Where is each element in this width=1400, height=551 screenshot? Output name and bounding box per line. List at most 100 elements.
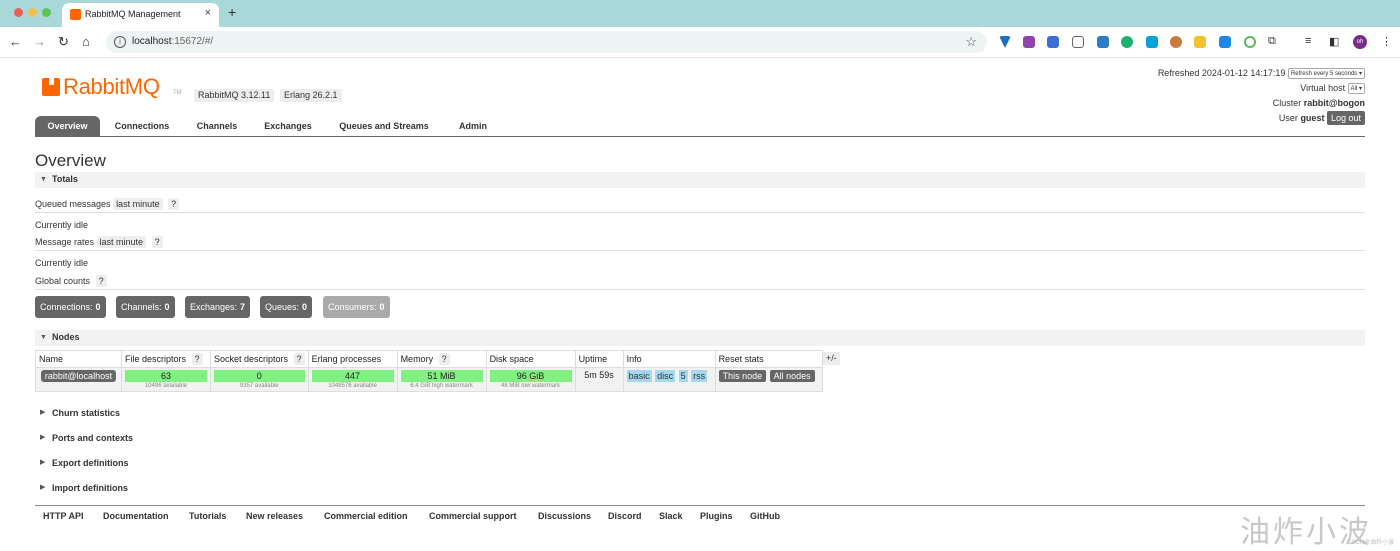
footer-link-documentation[interactable]: Documentation — [103, 511, 169, 521]
side-panel-icon[interactable]: ◧ — [1329, 35, 1339, 48]
footer-link-slack[interactable]: Slack — [659, 511, 683, 521]
reading-list-icon[interactable]: ≡ — [1305, 35, 1311, 47]
footer-link-commercial-edition[interactable]: Commercial edition — [324, 511, 408, 521]
col-erlang-processes: Erlang processes — [307, 350, 398, 368]
node-name-link[interactable]: rabbit@localhost — [40, 370, 117, 382]
footer-link-github[interactable]: GitHub — [750, 511, 780, 521]
fd-bar: 63 — [125, 370, 207, 382]
extension-t-icon[interactable] — [1194, 36, 1206, 48]
collapsed-triangle-icon: ▶ — [40, 459, 46, 466]
tab-exchanges[interactable]: Exchanges — [257, 116, 319, 137]
divider — [35, 212, 1365, 213]
translate-icon[interactable] — [1047, 36, 1059, 48]
info-tag-disc: disc — [655, 370, 676, 382]
ep-cell: 447 1048576 available — [307, 367, 398, 392]
memory-help-button[interactable]: ? — [438, 353, 450, 365]
column-toggle-button[interactable]: +/- — [823, 352, 840, 365]
close-window-button[interactable] — [14, 8, 23, 17]
extension-purple-icon[interactable] — [1023, 36, 1035, 48]
sd-help-button[interactable]: ? — [293, 353, 305, 365]
address-bar[interactable]: i localhost:15672/#/ ☆ — [106, 31, 987, 53]
extensions-puzzle-icon[interactable]: ⧉ — [1268, 35, 1276, 48]
new-tab-button[interactable]: + — [228, 4, 236, 20]
back-icon[interactable]: ← — [9, 34, 22, 50]
browser-tab-bar: RabbitMQ Management × + — [0, 0, 1400, 27]
connections-count-button[interactable]: Connections: 0 — [35, 296, 106, 318]
url-text[interactable]: localhost:15672/#/ — [132, 36, 213, 47]
cluster-label: Cluster — [1272, 98, 1302, 108]
maximize-window-button[interactable] — [42, 8, 51, 17]
tab-connections[interactable]: Connections — [107, 116, 177, 137]
fd-cell: 63 10496 available — [121, 367, 211, 392]
tab-queues-and-streams[interactable]: Queues and Streams — [331, 116, 437, 137]
browser-menu-icon[interactable]: ⋮ — [1381, 35, 1392, 48]
footer-link-discord[interactable]: Discord — [608, 511, 642, 521]
erlang-version: Erlang 26.2.1 — [280, 89, 342, 102]
extension-v-icon[interactable] — [999, 36, 1011, 48]
vhost-select[interactable]: All ▾ — [1347, 83, 1365, 95]
extension-ring-icon[interactable] — [1244, 36, 1256, 48]
profile-avatar[interactable]: oh — [1353, 35, 1367, 49]
section-label: Export definitions — [52, 458, 129, 468]
section-label: Ports and contexts — [52, 433, 134, 443]
rates-help-button[interactable]: ? — [151, 236, 163, 248]
browser-tab[interactable]: RabbitMQ Management × — [62, 3, 219, 27]
forward-icon[interactable]: → — [33, 34, 46, 50]
extension-orange-icon[interactable] — [1170, 36, 1182, 48]
section-label: Churn statistics — [52, 408, 121, 418]
rates-range-selector[interactable]: last minute — [96, 236, 147, 248]
extension-window-icon[interactable] — [1097, 36, 1109, 48]
queued-messages-row: Queued messages last minute ? — [35, 198, 180, 210]
channels-count-button[interactable]: Channels: 0 — [116, 296, 175, 318]
collapsed-triangle-icon: ▶ — [40, 484, 46, 491]
watermark-sub: CSDN@油炸小波 — [1347, 540, 1395, 546]
reset-this-node-button[interactable]: This node — [718, 370, 767, 382]
exchanges-count-button[interactable]: Exchanges: 7 — [185, 296, 251, 318]
totals-section-header[interactable]: ▼ Totals — [35, 172, 1365, 188]
info-tag-rss: rss — [691, 370, 708, 382]
refresh-select[interactable]: Refresh every 5 seconds ▾ — [1287, 68, 1365, 80]
reset-all-nodes-button[interactable]: All nodes — [769, 370, 815, 382]
extension-arrow-icon[interactable] — [1219, 36, 1231, 48]
rabbitmq-favicon-icon — [70, 9, 81, 20]
global-counts-help-button[interactable]: ? — [95, 275, 107, 287]
footer-divider — [35, 505, 1365, 506]
disk-watermark: 48 MiB low watermark — [501, 383, 561, 389]
nodes-label: Nodes — [52, 332, 80, 342]
minimize-window-button[interactable] — [28, 8, 37, 17]
queues-count-button[interactable]: Queues: 0 — [260, 296, 313, 318]
site-info-icon[interactable]: i — [114, 36, 126, 48]
reload-icon[interactable]: ↻ — [58, 34, 69, 50]
rabbitmq-version: RabbitMQ 3.12.11 — [194, 89, 275, 102]
tab-channels[interactable]: Channels — [187, 116, 247, 137]
tab-title: RabbitMQ Management — [85, 9, 181, 19]
extension-blue-icon[interactable] — [1146, 36, 1158, 48]
consumers-count-button[interactable]: Consumers: 0 — [323, 296, 390, 318]
message-rates-label: Message rates — [35, 237, 95, 247]
footer-link-commercial-support[interactable]: Commercial support — [429, 511, 517, 521]
col-name: Name — [35, 350, 122, 368]
footer-link-http-api[interactable]: HTTP API — [43, 511, 84, 521]
main-nav: Overview Connections Channels Exchanges … — [35, 116, 1365, 137]
nodes-section-header[interactable]: ▼ Nodes — [35, 330, 1365, 346]
bookmark-star-icon[interactable]: ☆ — [965, 34, 977, 50]
fd-help-button[interactable]: ? — [191, 353, 203, 365]
extension-gear-icon[interactable] — [1121, 36, 1133, 48]
footer-link-tutorials[interactable]: Tutorials — [189, 511, 226, 521]
footer-link-new-releases[interactable]: New releases — [246, 511, 303, 521]
queued-range-selector[interactable]: last minute — [113, 198, 163, 210]
node-name-cell: rabbit@localhost — [35, 367, 122, 392]
rates-idle-text: Currently idle — [35, 258, 89, 268]
collapsed-triangle-icon: ▶ — [40, 434, 46, 441]
footer-link-discussions[interactable]: Discussions — [538, 511, 591, 521]
queued-help-button[interactable]: ? — [168, 198, 180, 210]
footer-link-plugins[interactable]: Plugins — [700, 511, 733, 521]
tab-overview[interactable]: Overview — [35, 116, 100, 137]
extension-s-icon[interactable] — [1072, 36, 1084, 48]
divider — [35, 289, 1365, 290]
col-memory: Memory ? — [396, 350, 487, 368]
tab-admin[interactable]: Admin — [449, 116, 497, 137]
tab-close-icon[interactable]: × — [205, 7, 211, 19]
home-icon[interactable]: ⌂ — [82, 34, 90, 50]
rabbitmq-logo-icon — [42, 78, 60, 96]
